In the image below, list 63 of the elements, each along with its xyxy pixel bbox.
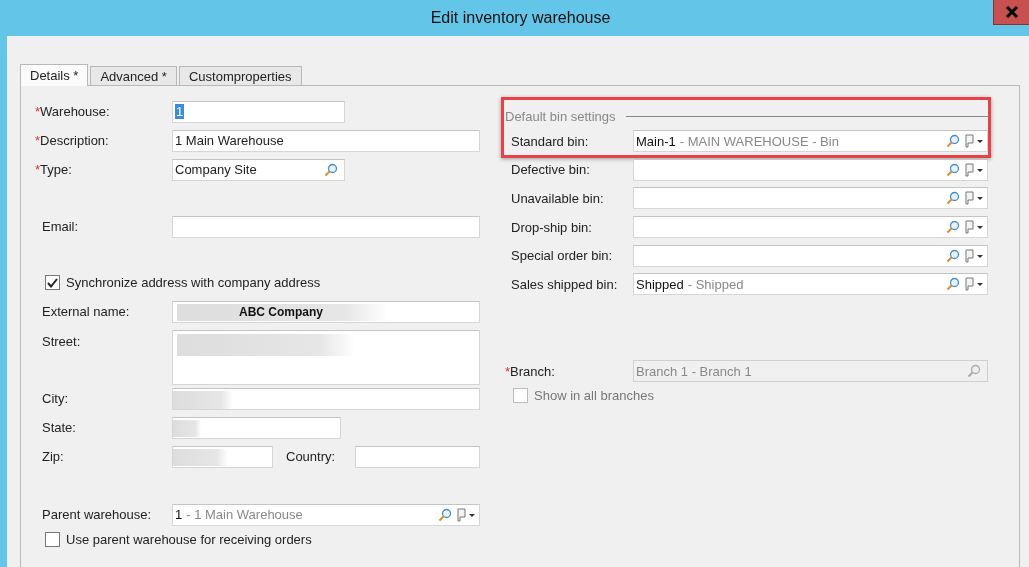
lookup-field[interactable]: Main-1 - MAIN WAREHOUSE - Bin xyxy=(633,130,988,153)
field-label: Email: xyxy=(41,219,80,234)
input-field[interactable] xyxy=(172,445,273,468)
search-icon[interactable] xyxy=(946,277,960,292)
field-label: *Description: xyxy=(35,133,110,148)
input-field[interactable] xyxy=(172,387,480,410)
checkbox[interactable] xyxy=(45,275,60,290)
field-label: Street: xyxy=(41,334,82,349)
field-label: *Branch: xyxy=(505,363,556,379)
lookup-field[interactable] xyxy=(633,244,988,267)
checkbox-label: Show in all branches xyxy=(534,388,654,404)
tab[interactable]: Details * xyxy=(20,64,89,86)
search-icon[interactable] xyxy=(946,134,960,149)
lookup-field[interactable]: 1 - 1 Main Warehouse xyxy=(172,503,480,526)
checkbox[interactable] xyxy=(45,531,60,547)
field-label: Sales shipped bin: xyxy=(510,276,619,292)
search-icon[interactable] xyxy=(946,162,960,177)
field-label: City: xyxy=(41,391,69,406)
field-label: *Warehouse: xyxy=(35,104,111,119)
input-field[interactable]: 1 Main Warehouse xyxy=(172,129,480,152)
flag-dropdown-icon[interactable] xyxy=(964,134,984,149)
field-label: Defective bin: xyxy=(510,162,591,178)
lookup-field[interactable]: Shipped - Shipped xyxy=(633,273,988,296)
tab[interactable]: Advanced * xyxy=(90,66,177,85)
search-icon[interactable] xyxy=(946,220,960,235)
lookup-field[interactable] xyxy=(633,187,988,210)
search-icon[interactable] xyxy=(946,191,960,206)
input-field[interactable] xyxy=(172,416,341,439)
tab[interactable]: Customproperties xyxy=(178,66,302,85)
field-label: Parent warehouse: xyxy=(41,507,153,522)
search-icon[interactable] xyxy=(946,248,960,263)
field-label: Unavailable bin: xyxy=(510,191,605,206)
flag-dropdown-icon[interactable] xyxy=(964,162,984,177)
field-label: Country: xyxy=(286,449,337,464)
input-field[interactable]: Company Site xyxy=(172,158,345,181)
flag-dropdown-icon[interactable] xyxy=(964,248,984,263)
field-value: ABC Company xyxy=(239,304,323,319)
field-label: State: xyxy=(41,420,77,435)
lookup-field[interactable] xyxy=(633,158,988,181)
flag-dropdown-icon[interactable] xyxy=(964,277,984,292)
field-label: Drop-ship bin: xyxy=(510,219,593,235)
input-field[interactable] xyxy=(355,445,480,468)
field-label: *Type: xyxy=(35,162,73,177)
field-label: Special order bin: xyxy=(510,248,614,264)
checkbox-label: Synchronize address with company address xyxy=(66,275,321,290)
flag-dropdown-icon[interactable] xyxy=(456,507,476,522)
field-label: Standard bin: xyxy=(510,133,590,149)
search-icon[interactable] xyxy=(324,162,338,177)
field-label: Zip: xyxy=(41,449,65,464)
input-field[interactable]: 1 xyxy=(172,100,345,123)
flag-dropdown-icon[interactable] xyxy=(964,191,984,206)
close-icon xyxy=(1004,6,1019,18)
field-label: External name: xyxy=(41,304,131,319)
input-field[interactable]: ABC Company xyxy=(172,300,480,323)
search-icon[interactable] xyxy=(438,507,452,522)
checkbox-label: Use parent warehouse for receiving orders xyxy=(66,531,312,547)
close-button[interactable] xyxy=(993,0,1029,25)
flag-dropdown-icon[interactable] xyxy=(964,220,984,235)
input-field[interactable] xyxy=(172,330,480,385)
window-title: Edit inventory warehouse xyxy=(430,9,611,27)
input-field[interactable] xyxy=(172,215,480,238)
lookup-field[interactable] xyxy=(633,216,988,239)
section-title: Default bin settings xyxy=(505,108,616,124)
